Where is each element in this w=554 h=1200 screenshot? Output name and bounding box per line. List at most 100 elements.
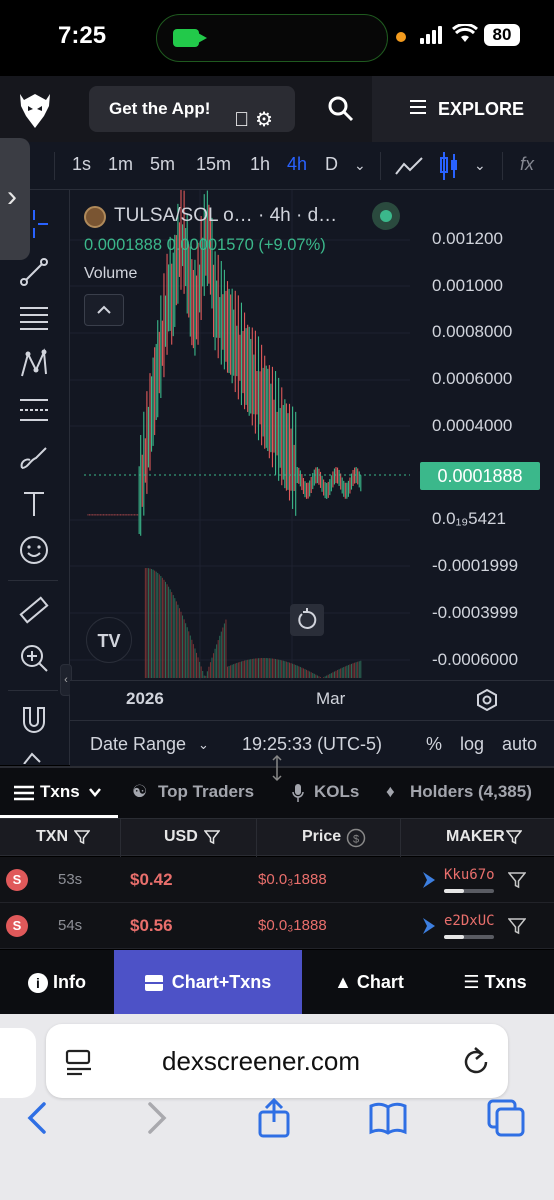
nav-chart[interactable]: ▲ Chart <box>302 950 436 1014</box>
resize-handle-icon[interactable] <box>268 754 286 782</box>
page-menu-icon[interactable] <box>64 1048 94 1076</box>
column-usd[interactable]: USD <box>164 828 198 846</box>
zoom-in-icon[interactable] <box>18 642 50 674</box>
medal-icon: ☯ <box>132 782 148 801</box>
nav-chart-txns[interactable]: Chart+Txns <box>114 950 302 1014</box>
filter-maker-icon[interactable] <box>508 917 526 935</box>
txn-usd: $0.56 <box>130 916 173 935</box>
pattern-icon[interactable] <box>18 348 50 380</box>
candle-chart-type-icon[interactable] <box>438 150 460 182</box>
column-price[interactable]: Price <box>302 828 341 846</box>
filter-icon[interactable] <box>204 829 220 845</box>
price-chart[interactable] <box>70 190 554 720</box>
timeframe-15m[interactable]: 15m <box>196 154 231 175</box>
bottom-nav: i Info Chart+Txns ▲ Chart ☰ Txns <box>0 950 554 1014</box>
previous-tab-card[interactable] <box>0 1028 36 1098</box>
status-time: 7:25 <box>58 22 107 49</box>
txn-maker[interactable]: e2DxUC <box>444 913 495 929</box>
timeframe-dropdown-icon[interactable]: ⌄ <box>354 157 366 174</box>
txn-maker[interactable]: Kku67o <box>444 867 495 883</box>
percent-scale-button[interactable]: % <box>426 734 442 755</box>
log-scale-button[interactable]: log <box>460 734 484 755</box>
explore-button[interactable]: EXPLORE <box>372 76 554 142</box>
timeframe-4h[interactable]: 4h <box>287 154 307 175</box>
column-divider <box>120 819 121 857</box>
chart-bottom-bar: Date Range ⌄ 19:25:33 (UTC-5) % log auto <box>70 720 554 766</box>
timeframe-1h[interactable]: 1h <box>250 154 270 175</box>
dynamic-island <box>156 14 388 62</box>
get-the-app-button[interactable]: Get the App! ⚙ <box>89 86 295 132</box>
tab-kols-label: KOLs <box>314 782 360 801</box>
mic-indicator-icon <box>396 32 406 42</box>
nav-txns[interactable]: ☰ Txns <box>436 950 554 1014</box>
toolbar-divider <box>8 690 58 691</box>
timeframe-1s[interactable]: 1s <box>72 154 91 175</box>
collapse-legend-button[interactable] <box>84 294 124 326</box>
currency-toggle-icon[interactable]: $ <box>346 828 366 848</box>
column-maker[interactable]: MAKER <box>446 828 505 846</box>
chevron-down-icon[interactable]: ⌄ <box>198 737 209 753</box>
list-icon <box>14 785 34 801</box>
txn-usd: $0.42 <box>130 870 173 889</box>
address-bar[interactable]: dexscreener.com <box>46 1024 508 1098</box>
nav-info[interactable]: i Info <box>0 950 114 1014</box>
tab-holders-label: Holders (4,385) <box>410 782 532 801</box>
dexscreener-logo-icon[interactable] <box>16 90 54 130</box>
tradingview-logo[interactable]: TV <box>86 617 132 663</box>
diamond-icon: ♦ <box>386 782 395 801</box>
bookmarks-icon[interactable] <box>368 1098 408 1138</box>
magnet-icon[interactable] <box>18 704 50 736</box>
share-icon[interactable] <box>254 1098 294 1138</box>
table-row[interactable]: S 53s $0.42 $0.0₃1888 Kku67o <box>0 857 554 903</box>
filter-icon[interactable] <box>506 829 522 845</box>
url-text: dexscreener.com <box>162 1046 360 1076</box>
chart-clock[interactable]: 19:25:33 (UTC-5) <box>242 734 382 755</box>
lock-drawing-icon[interactable] <box>18 750 50 764</box>
signal-icon <box>420 26 444 44</box>
microphone-icon <box>292 784 304 802</box>
timeframe-d[interactable]: D <box>325 154 338 175</box>
txn-price: $0.0₃1888 <box>258 917 327 934</box>
text-tool-icon[interactable] <box>18 488 50 520</box>
svg-text:$: $ <box>353 834 359 846</box>
brush-icon[interactable] <box>18 442 50 474</box>
filter-maker-icon[interactable] <box>508 871 526 889</box>
forward-icon[interactable] <box>136 1098 176 1138</box>
emoji-icon[interactable] <box>18 534 50 566</box>
reload-icon[interactable] <box>462 1046 490 1076</box>
chart-type-dropdown-icon[interactable]: ⌄ <box>474 157 486 174</box>
timeframe-1m[interactable]: 1m <box>108 154 133 175</box>
token-avatar <box>84 206 106 228</box>
ruler-icon[interactable] <box>18 594 50 626</box>
date-range-button[interactable]: Date Range <box>90 734 186 755</box>
apple-android-icon: ⚙ <box>234 109 279 131</box>
auto-scale-button[interactable]: auto <box>502 734 537 755</box>
chevron-up-icon <box>97 305 111 314</box>
back-icon[interactable] <box>18 1098 58 1138</box>
timeframe-5m[interactable]: 5m <box>150 154 175 175</box>
nav-txns-label: Txns <box>484 972 527 992</box>
column-txn[interactable]: TXN <box>36 828 68 846</box>
chart-icon: ▲ <box>334 972 352 992</box>
prediction-icon[interactable] <box>18 394 50 426</box>
wifi-icon <box>452 24 478 42</box>
trend-line-icon[interactable] <box>18 256 50 288</box>
search-icon[interactable] <box>326 94 356 124</box>
filter-icon[interactable] <box>74 829 90 845</box>
fib-retracement-icon[interactable] <box>18 302 50 334</box>
table-row[interactable]: S 54s $0.56 $0.0₃1888 e2DxUC <box>0 903 554 949</box>
txn-age: 54s <box>58 917 83 934</box>
line-chart-type-icon[interactable] <box>394 154 424 178</box>
chart-symbol[interactable]: TULSA/SOL o… · 4h · d… <box>114 205 337 227</box>
settings-icon[interactable] <box>476 689 498 711</box>
explore-label: EXPLORE <box>438 99 525 119</box>
tabs-icon[interactable] <box>486 1098 526 1138</box>
indicators-icon[interactable]: fx <box>520 154 534 175</box>
nav-info-label: Info <box>53 972 86 992</box>
side-drawer-toggle[interactable]: › <box>0 138 30 260</box>
txn-price: $0.0₃1888 <box>258 871 327 888</box>
get-app-label: Get the App! <box>109 99 211 118</box>
reset-chart-button[interactable] <box>290 604 324 636</box>
txn-age: 53s <box>58 871 83 888</box>
volume-label: Volume <box>84 265 138 282</box>
